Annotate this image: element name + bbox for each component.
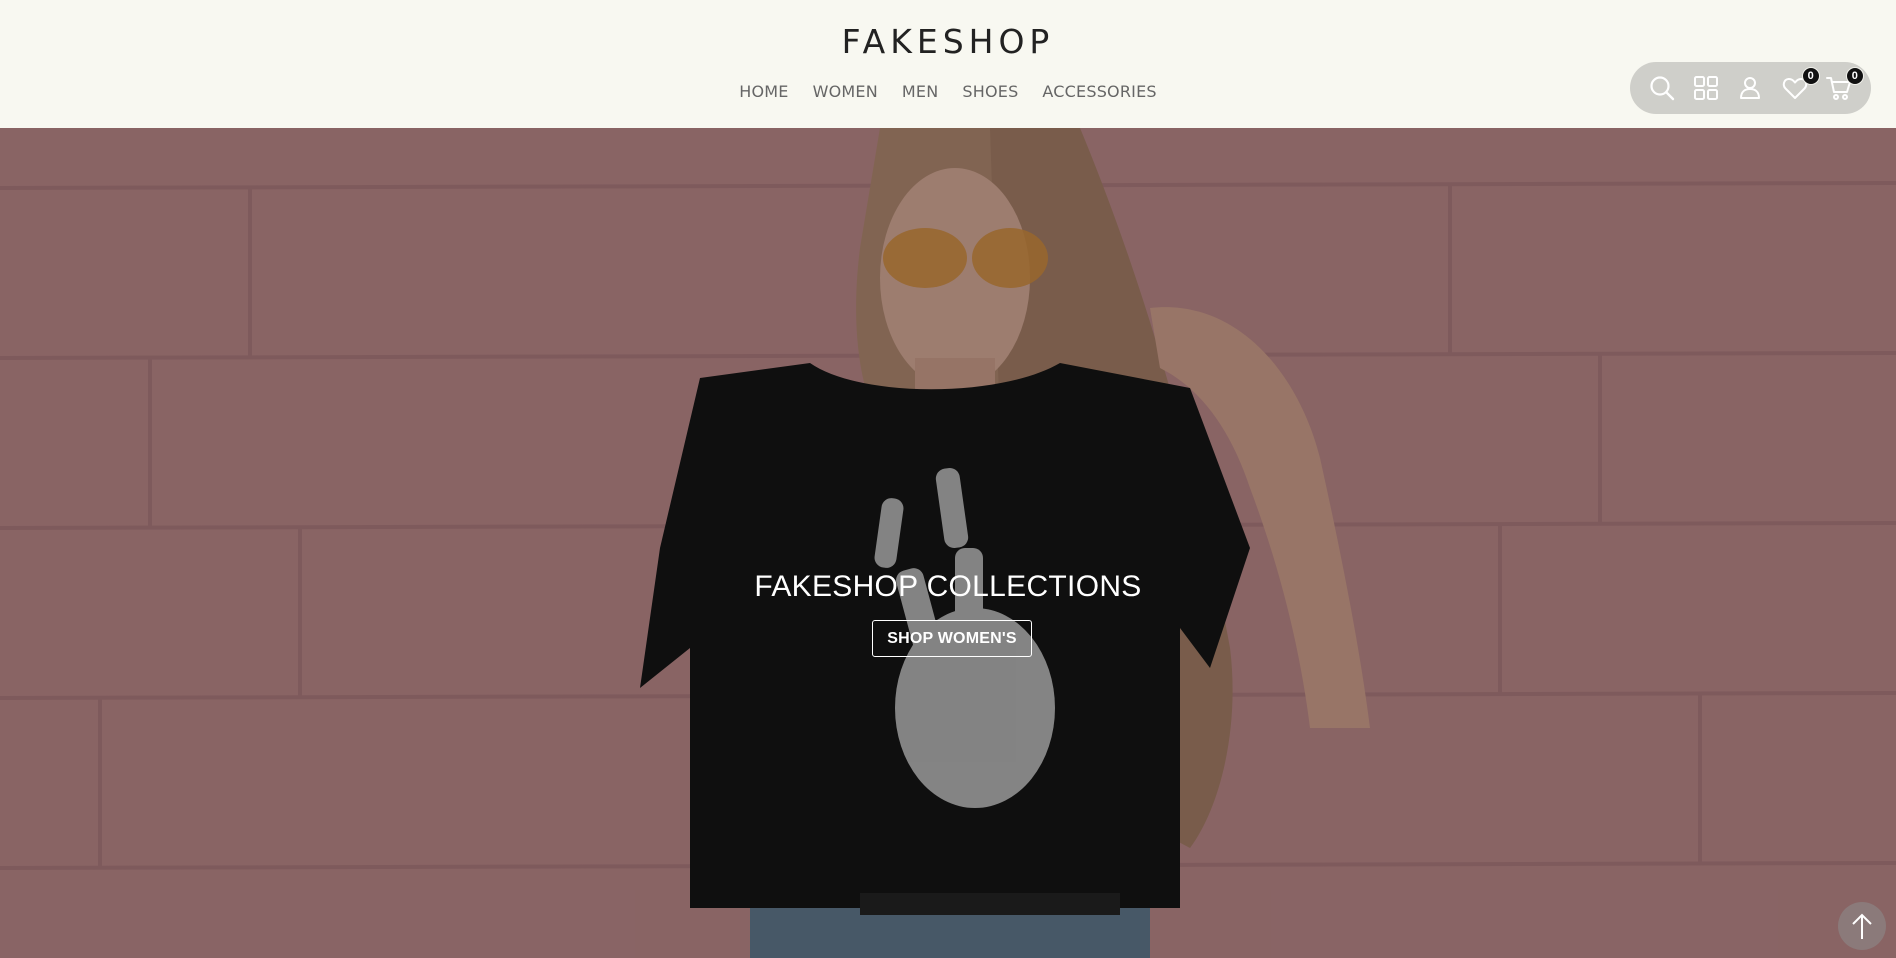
wishlist-count-badge: 0 <box>1801 67 1820 85</box>
wishlist-button[interactable]: 0 <box>1780 67 1820 103</box>
nav-item-shoes[interactable]: SHOES <box>950 82 1030 101</box>
scroll-to-top-button[interactable] <box>1838 902 1886 950</box>
search-button[interactable] <box>1647 73 1677 103</box>
nav-item-accessories[interactable]: ACCESSORIES <box>1030 82 1168 101</box>
cart-count-badge: 0 <box>1845 67 1864 85</box>
hero-banner: FAKESHOP COLLECTIONS SHOP WOMEN'S <box>0 128 1896 958</box>
header-toolbar: 0 0 <box>1630 62 1871 114</box>
hero-title: FAKESHOP COLLECTIONS <box>754 570 1142 603</box>
search-icon <box>1650 76 1675 101</box>
cart-button[interactable]: 0 <box>1824 67 1864 103</box>
account-button[interactable] <box>1735 73 1765 103</box>
hero-overlay <box>0 128 1896 958</box>
main-nav: HOME WOMEN MEN SHOES ACCESSORIES <box>0 82 1896 101</box>
categories-button[interactable] <box>1691 73 1721 103</box>
site-header: FAKESHOP HOME WOMEN MEN SHOES ACCESSORIE… <box>0 0 1896 128</box>
nav-item-men[interactable]: MEN <box>890 82 950 101</box>
user-icon <box>1740 77 1761 99</box>
shop-women-button[interactable]: SHOP WOMEN'S <box>872 620 1032 657</box>
arrow-up-icon <box>1852 913 1872 939</box>
brand-logo[interactable]: FAKESHOP <box>0 22 1896 61</box>
grid-icon <box>1694 76 1719 100</box>
nav-item-home[interactable]: HOME <box>727 82 800 101</box>
nav-item-women[interactable]: WOMEN <box>801 82 890 101</box>
